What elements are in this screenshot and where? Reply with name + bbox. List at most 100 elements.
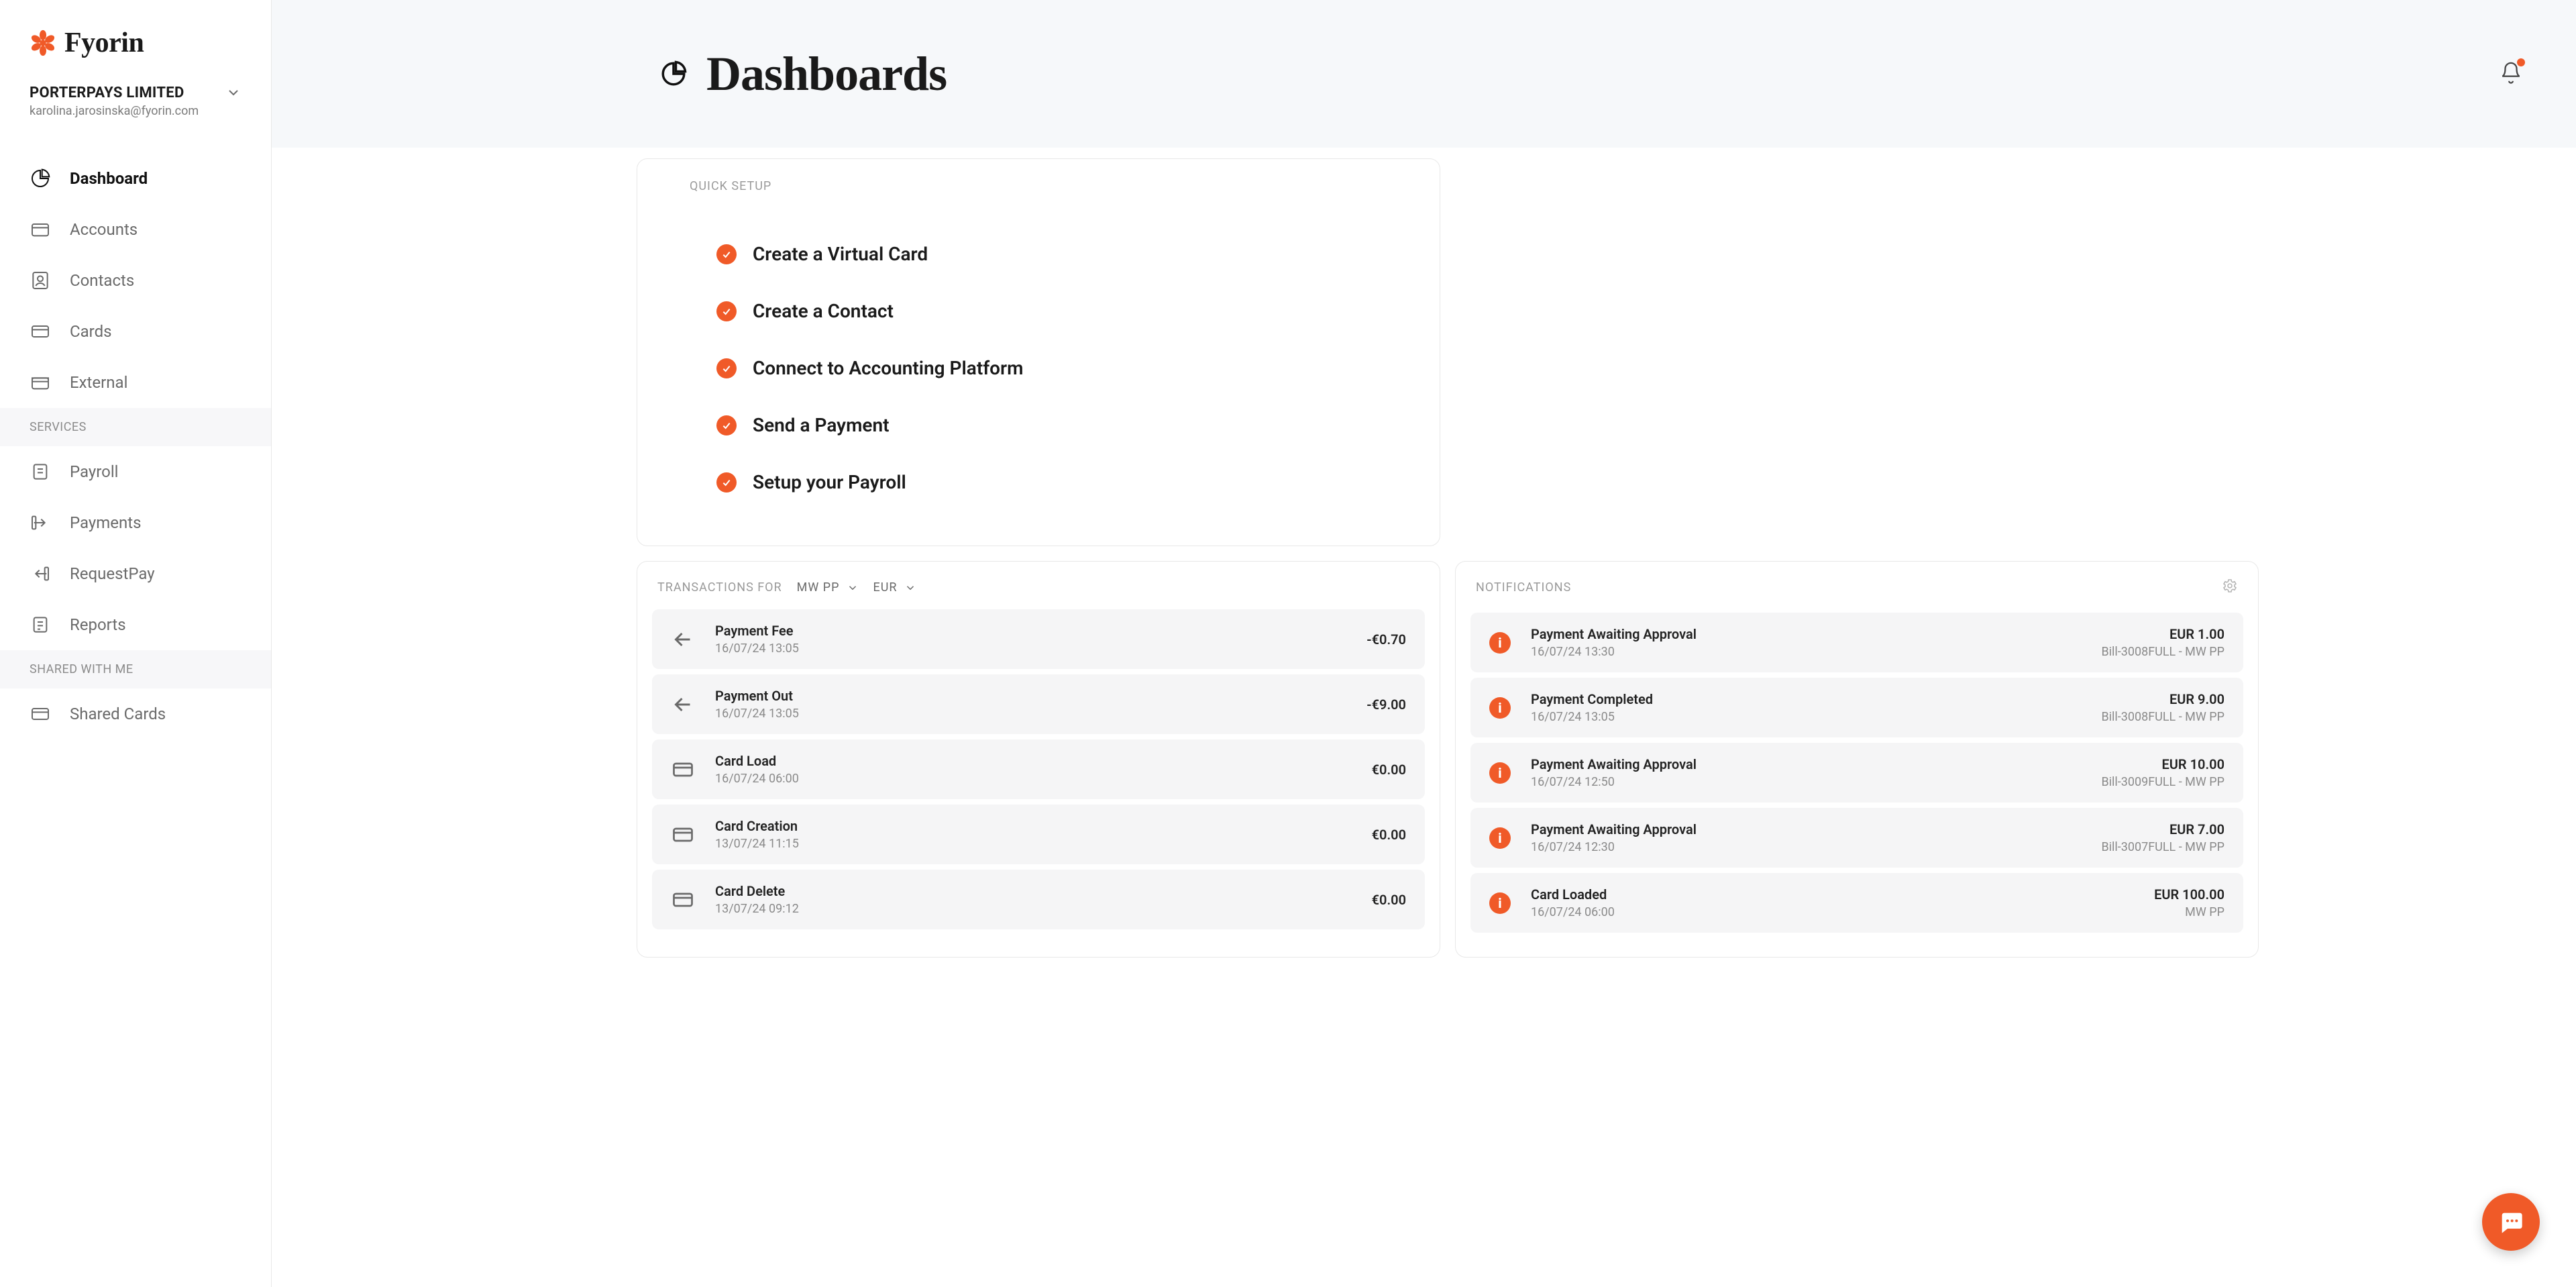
arrow-left-icon: [671, 692, 695, 717]
notification-ref: MW PP: [2154, 905, 2224, 919]
chat-icon: [2498, 1208, 2524, 1235]
notification-date: 16/07/24 06:00: [1531, 905, 2134, 919]
check-icon: [716, 244, 737, 264]
nav-label: Payments: [70, 513, 142, 532]
shared-cards-icon: [30, 703, 51, 725]
notification-ref: Bill-3008FULL - MW PP: [2101, 710, 2224, 724]
arrow-left-icon: [671, 627, 695, 652]
nav-dashboard[interactable]: Dashboard: [0, 153, 271, 204]
nav-cards[interactable]: Cards: [0, 306, 271, 357]
notification-amount: EUR 100.00: [2154, 886, 2224, 903]
quick-setup-item-label: Create a Contact: [753, 300, 894, 322]
notification-date: 16/07/24 13:05: [1531, 710, 2081, 724]
quick-setup-item[interactable]: Connect to Accounting Platform: [690, 340, 1387, 397]
transaction-amount: €0.00: [1372, 827, 1406, 843]
nav-external[interactable]: External: [0, 357, 271, 408]
nav-label: Reports: [70, 615, 126, 634]
transaction-row[interactable]: Card Load 16/07/24 06:00 €0.00: [652, 739, 1425, 799]
transaction-date: 16/07/24 13:05: [715, 707, 1346, 721]
notification-date: 16/07/24 13:30: [1531, 645, 2081, 659]
notification-row[interactable]: i Payment Awaiting Approval 16/07/24 13:…: [1470, 613, 2243, 672]
transaction-title: Payment Fee: [715, 623, 1346, 639]
nav-payroll[interactable]: Payroll: [0, 446, 271, 497]
transactions-account-select[interactable]: MW PP: [797, 580, 859, 595]
nav-accounts[interactable]: Accounts: [0, 204, 271, 255]
nav-services: Payroll Payments RequestPay Reports: [0, 446, 271, 650]
quick-setup-item-label: Connect to Accounting Platform: [753, 357, 1023, 379]
quick-setup-item[interactable]: Create a Contact: [690, 282, 1387, 340]
wallet-icon: [30, 219, 51, 240]
transaction-title: Payment Out: [715, 688, 1346, 704]
info-icon: i: [1489, 827, 1511, 849]
notification-row[interactable]: i Card Loaded 16/07/24 06:00 EUR 100.00 …: [1470, 873, 2243, 933]
brand-logo-icon: [30, 30, 56, 56]
nav-services-header: SERVICES: [0, 408, 271, 446]
transaction-title: Card Load: [715, 753, 1352, 769]
notification-title: Payment Awaiting Approval: [1531, 756, 2081, 772]
check-icon: [716, 301, 737, 321]
page-header: Dashboards: [272, 0, 2576, 148]
transaction-date: 13/07/24 11:15: [715, 837, 1352, 851]
transactions-account-value: MW PP: [797, 580, 840, 595]
check-icon: [716, 415, 737, 435]
sidebar: Fyorin PORTERPAYS LIMITED karolina.jaros…: [0, 0, 272, 1287]
nav-requestpay[interactable]: RequestPay: [0, 548, 271, 599]
notification-amount: EUR 7.00: [2101, 821, 2224, 837]
page-title: Dashboards: [706, 46, 947, 102]
notification-date: 16/07/24 12:30: [1531, 840, 2081, 854]
transaction-amount: -€0.70: [1366, 631, 1406, 648]
quick-setup-item[interactable]: Create a Virtual Card: [690, 225, 1387, 282]
info-icon: i: [1489, 697, 1511, 719]
notification-row[interactable]: i Payment Completed 16/07/24 13:05 EUR 9…: [1470, 678, 2243, 737]
transaction-amount: -€9.00: [1366, 697, 1406, 713]
chat-button[interactable]: [2482, 1193, 2540, 1251]
info-icon: i: [1489, 632, 1511, 654]
transactions-card: TRANSACTIONS FOR MW PP EUR Payment Fee 1…: [637, 561, 1440, 958]
quick-setup-item[interactable]: Setup your Payroll: [690, 454, 1387, 511]
notification-ref: Bill-3007FULL - MW PP: [2101, 840, 2224, 854]
transaction-row[interactable]: Payment Out 16/07/24 13:05 -€9.00: [652, 674, 1425, 734]
notification-amount: EUR 9.00: [2101, 691, 2224, 707]
check-icon: [716, 472, 737, 493]
nav-shared-header: SHARED WITH ME: [0, 650, 271, 688]
transaction-row[interactable]: Card Creation 13/07/24 11:15 €0.00: [652, 805, 1425, 864]
quick-setup-item-label: Create a Virtual Card: [753, 243, 928, 265]
notifications-bell[interactable]: [2500, 61, 2522, 87]
info-icon: i: [1489, 892, 1511, 914]
transactions-currency-value: EUR: [873, 580, 898, 595]
chevron-down-icon: [847, 582, 859, 594]
notification-row[interactable]: i Payment Awaiting Approval 16/07/24 12:…: [1470, 743, 2243, 803]
transactions-currency-select[interactable]: EUR: [873, 580, 916, 595]
quick-setup-card: QUICK SETUP Create a Virtual Card Create…: [637, 158, 1440, 546]
nav-reports[interactable]: Reports: [0, 599, 271, 650]
reports-icon: [30, 614, 51, 635]
notification-row[interactable]: i Payment Awaiting Approval 16/07/24 12:…: [1470, 808, 2243, 868]
transaction-row[interactable]: Card Delete 13/07/24 09:12 €0.00: [652, 870, 1425, 929]
notifications-card: NOTIFICATIONS i Payment Awaiting Approva…: [1455, 561, 2259, 958]
gear-icon[interactable]: [2222, 578, 2238, 597]
quick-setup-item-label: Send a Payment: [753, 414, 890, 436]
nav-label: Shared Cards: [70, 705, 166, 723]
card-icon: [671, 823, 695, 847]
notification-title: Card Loaded: [1531, 886, 2134, 903]
notification-amount: EUR 1.00: [2101, 626, 2224, 642]
brand-logo[interactable]: Fyorin: [0, 0, 271, 78]
nav-primary: Dashboard Accounts Contacts Cards: [0, 137, 271, 408]
transaction-title: Card Delete: [715, 883, 1352, 899]
transaction-title: Card Creation: [715, 818, 1352, 834]
nav-shared-cards[interactable]: Shared Cards: [0, 688, 271, 739]
pie-chart-icon: [30, 168, 51, 189]
nav-label: Cards: [70, 322, 112, 341]
notification-title: Payment Awaiting Approval: [1531, 626, 2081, 642]
nav-contacts[interactable]: Contacts: [0, 255, 271, 306]
nav-label: External: [70, 373, 127, 392]
org-selector[interactable]: PORTERPAYS LIMITED karolina.jarosinska@f…: [0, 78, 271, 137]
notification-indicator-dot: [2517, 58, 2525, 66]
nav-label: Contacts: [70, 271, 134, 290]
notification-ref: Bill-3009FULL - MW PP: [2101, 775, 2224, 789]
transaction-row[interactable]: Payment Fee 16/07/24 13:05 -€0.70: [652, 609, 1425, 669]
nav-payments[interactable]: Payments: [0, 497, 271, 548]
org-email: karolina.jarosinska@fyorin.com: [30, 104, 199, 118]
quick-setup-item[interactable]: Send a Payment: [690, 397, 1387, 454]
nav-shared: Shared Cards: [0, 688, 271, 739]
